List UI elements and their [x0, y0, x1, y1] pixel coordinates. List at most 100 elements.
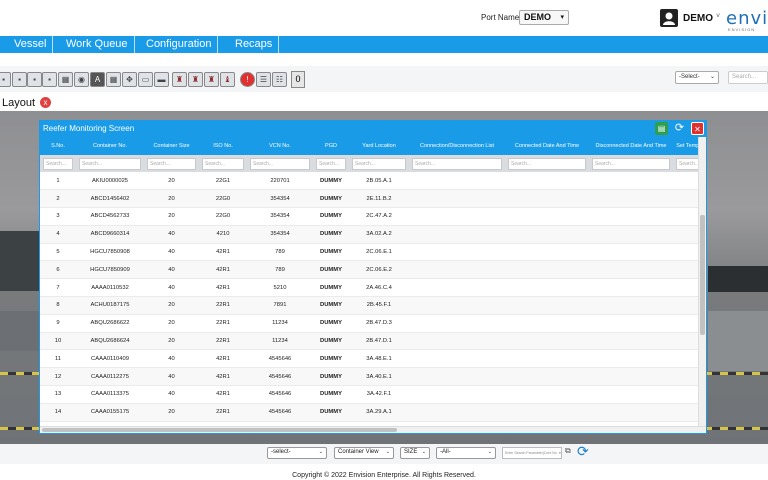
filter-input[interactable]: Search...: [202, 157, 244, 170]
column-header[interactable]: ISO No.: [199, 137, 247, 155]
table-row[interactable]: 8ACHU01871752022R17891DUMMY2B.45.F.1 24: [40, 296, 698, 315]
cell-connection-list: [409, 332, 505, 351]
column-header[interactable]: Connected Date And Time: [505, 137, 589, 155]
cell-iso-no: 22G1: [199, 172, 247, 191]
container-view-value: Container View: [338, 449, 379, 455]
toolbar-select[interactable]: -Select- ⌄: [675, 71, 719, 84]
table-row[interactable]: 1 AKIU0000025 20 22G1 220701 DUMMY 2B.05.A.1: [40, 172, 698, 191]
cell-yard-location: 3A.48.E.1: [349, 349, 409, 369]
table-row[interactable]: 9 ABQU2686622 20 22R1 11234 DUMMY 2B.47.D.3: [40, 314, 698, 333]
eye-icon[interactable]: ◉: [74, 72, 89, 87]
container-view-select[interactable]: Container View ⌄: [334, 447, 394, 459]
grid-icon[interactable]: ▦: [58, 72, 73, 87]
user-avatar-icon[interactable]: [660, 9, 678, 27]
bottom-select-1-value: -select-: [271, 449, 291, 455]
table-row[interactable]: 13 CAAA0113375 40 42R1 4545646 DUMMY 3A.42.F.1…: [40, 385, 698, 404]
user-name[interactable]: DEMO: [683, 13, 713, 24]
refresh-icon[interactable]: ⟳: [577, 443, 589, 460]
table-row[interactable]: 3ABCD45627332022G0354354DUMMY2C.47.A.2 25: [40, 207, 698, 226]
crane-icon-2[interactable]: ♜: [188, 72, 203, 87]
close-icon[interactable]: x: [40, 97, 51, 108]
cell-container-size: 20: [144, 172, 199, 191]
column-header[interactable]: Set Temperature: [673, 137, 698, 155]
cell-sno: 13: [40, 385, 76, 404]
excel-export-icon[interactable]: ▤: [655, 122, 668, 135]
cell-iso-no: 42R1: [199, 367, 247, 387]
filter-input[interactable]: Search...: [79, 157, 141, 170]
close-icon[interactable]: ✕: [691, 122, 704, 135]
table-row[interactable]: 2ABCD14564022022G0354354DUMMY2E.11.B.2 25: [40, 189, 698, 209]
cell-connected-time: [505, 243, 589, 262]
cell-connected-time: [505, 314, 589, 333]
filter-input[interactable]: Search...: [592, 157, 670, 170]
vertical-scrollbar[interactable]: [698, 137, 706, 426]
filter-input[interactable]: Search...: [676, 157, 698, 170]
all-select[interactable]: -All- ⌄: [436, 447, 496, 459]
column-header[interactable]: VCN No.: [247, 137, 313, 155]
table-row[interactable]: 7AAAA01105324042R15210DUMMY2A.46.C.4 10: [40, 278, 698, 298]
reefer-table: S.No. Container No. Container Size ISO N…: [40, 137, 698, 422]
filter-input[interactable]: Search...: [352, 157, 406, 170]
table-row[interactable]: 6 HGCU7850909 40 42R1 789 DUMMY 2C.06.E.2: [40, 260, 698, 280]
bottom-select-1[interactable]: -select- ⌄: [267, 447, 327, 459]
scrollbar-thumb[interactable]: [700, 215, 705, 335]
nav-item-recaps[interactable]: Recaps: [235, 36, 280, 53]
cell-pgd: DUMMY: [313, 403, 349, 422]
list-icon[interactable]: ☰: [256, 72, 271, 87]
column-header[interactable]: Container No.: [76, 137, 144, 155]
filter-input[interactable]: Search...: [250, 157, 310, 170]
truck-icon[interactable]: ▬: [154, 72, 169, 87]
table-row[interactable]: 4ABCD9660314404210354354DUMMY3A.02.A.2 25: [40, 225, 698, 244]
cell-yard-location: 2C.47.A.2: [349, 207, 409, 226]
report-icon[interactable]: ☷: [272, 72, 287, 87]
external-link-icon[interactable]: ⧉: [565, 446, 571, 456]
table-row[interactable]: 11 CAAA0110409 40 42R1 4545646 DUMMY 3A.48.E.1…: [40, 349, 698, 369]
column-header[interactable]: S.No.: [40, 137, 76, 155]
tool-button-3[interactable]: ▪: [27, 72, 42, 87]
nav-item-vessel[interactable]: Vessel: [14, 36, 54, 53]
size-select[interactable]: SIZE ⌄: [400, 447, 430, 459]
table-row[interactable]: 5 HGCU7850908 40 42R1 789 DUMMY 2C.06.E.1: [40, 243, 698, 262]
move-icon[interactable]: ✥: [122, 72, 137, 87]
filter-input[interactable]: Search...: [412, 157, 502, 170]
filter-input[interactable]: Search...: [316, 157, 346, 170]
column-header[interactable]: Connection/Disconnection List: [409, 137, 505, 155]
refresh-icon[interactable]: ⟳: [673, 122, 686, 135]
layout-grid-icon[interactable]: ▦: [106, 72, 121, 87]
cell-yard-location: 3A.42.F.1: [349, 385, 409, 404]
horizontal-scrollbar[interactable]: [40, 426, 706, 433]
tool-button-1[interactable]: ▪: [0, 72, 11, 87]
crane-icon-3[interactable]: ♜: [204, 72, 219, 87]
cell-yard-location: 3A.29.A.1: [349, 403, 409, 422]
table-row[interactable]: 12 CAAA0112275 40 42R1 4545646 DUMMY 3A.40.E.1…: [40, 367, 698, 387]
column-header[interactable]: Yard Location: [349, 137, 409, 155]
nav-item-configuration[interactable]: Configuration: [146, 36, 219, 53]
table-row[interactable]: 14 CAAA0155175 20 22R1 4545646 DUMMY 3A.29.A.1…: [40, 403, 698, 422]
tool-button-2[interactable]: ▪: [12, 72, 27, 87]
scrollbar-thumb[interactable]: [42, 428, 397, 432]
filter-input[interactable]: Search...: [508, 157, 586, 170]
alert-icon[interactable]: !: [240, 72, 255, 87]
container-icon[interactable]: ▭: [138, 72, 153, 87]
port-name-select[interactable]: DEMO ▾: [519, 10, 569, 25]
table-body: 1 AKIU0000025 20 22G1 220701 DUMMY 2B.05.A.1 2 A…: [40, 172, 698, 422]
crane-icon-1[interactable]: ♜: [172, 72, 187, 87]
cell-container-no: AKIU0000025: [76, 172, 144, 191]
column-header[interactable]: PGD: [313, 137, 349, 155]
toolbar-search-input[interactable]: Search...: [728, 71, 768, 84]
search-parameter-input[interactable]: Enter Search Parameter(Cont No. etc.): [502, 447, 562, 459]
column-header[interactable]: Container Size: [144, 137, 199, 155]
chevron-down-icon[interactable]: ˅: [716, 13, 720, 20]
crane-icon-4[interactable]: ♝: [220, 72, 235, 87]
table-row[interactable]: 10 ABQU2686624 20 22R1 11234 DUMMY 2B.47.D.1: [40, 332, 698, 351]
company-logo: envis: [726, 8, 768, 29]
tool-button-4[interactable]: ▪: [42, 72, 57, 87]
text-icon[interactable]: A: [90, 72, 105, 87]
cell-sno: 10: [40, 332, 76, 351]
nav-item-work-queue[interactable]: Work Queue: [66, 36, 135, 53]
cell-connected-time: [505, 349, 589, 369]
filter-input[interactable]: Search...: [43, 157, 73, 170]
column-header[interactable]: Disconnected Date And Time: [589, 137, 673, 155]
cell-pgd: DUMMY: [313, 243, 349, 262]
filter-input[interactable]: Search...: [147, 157, 196, 170]
